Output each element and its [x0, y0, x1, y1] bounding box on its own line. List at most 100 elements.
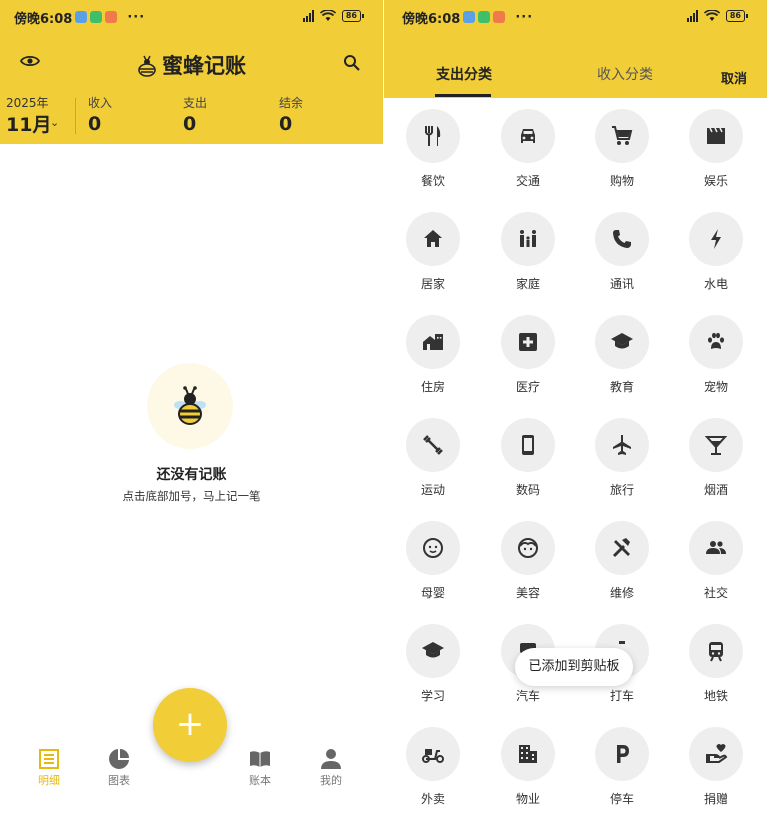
- category-item-entertainment[interactable]: 娱乐: [676, 109, 756, 189]
- home-header: 蜜蜂记账 2025年 11月 ⌄ 收入 0 支出 0 结余 0: [0, 34, 383, 144]
- year-label[interactable]: 2025年: [6, 94, 49, 111]
- car-icon: [521, 129, 535, 143]
- pie-chart-icon: [109, 749, 129, 769]
- category-label: 烟酒: [703, 483, 728, 497]
- notification-icon: [90, 11, 103, 23]
- category-item-education[interactable]: 教育: [582, 315, 662, 395]
- nav-item-chart[interactable]: 图表: [89, 744, 149, 788]
- category-label: 餐饮: [420, 174, 445, 188]
- eye-icon[interactable]: [20, 54, 40, 68]
- category-item-housing[interactable]: 住房: [393, 315, 473, 395]
- empty-illustration: [147, 363, 233, 449]
- category-item-social[interactable]: 社交: [676, 521, 756, 601]
- medical-icon: [519, 333, 537, 351]
- notification-icon: [493, 11, 506, 23]
- notification-icon: [463, 11, 476, 23]
- balance-summary: 结余 0: [279, 94, 303, 135]
- restaurant-icon: [425, 126, 441, 146]
- app-title: 蜜蜂记账: [162, 54, 246, 78]
- category-screen: 傍晚6:08 ··· 86 支出分类 收入分类 取消 餐饮 交通 购物 娱乐 居…: [384, 0, 767, 814]
- signal-icon: [686, 10, 698, 22]
- category-item-mother-baby[interactable]: 母婴: [393, 521, 473, 601]
- chevron-down-icon[interactable]: ⌄: [50, 116, 59, 129]
- nav-item-ledger[interactable]: 账本: [230, 744, 290, 788]
- home-icon: [424, 230, 442, 247]
- category-item-family[interactable]: 家庭: [488, 212, 568, 292]
- graduation-cap-icon: [422, 642, 444, 658]
- category-item-medical[interactable]: 医疗: [488, 315, 568, 395]
- category-item-home[interactable]: 居家: [393, 212, 473, 292]
- income-summary: 收入 0: [88, 94, 112, 135]
- airplane-icon: [613, 435, 631, 455]
- school-icon: [611, 333, 633, 349]
- nav-label: 图表: [108, 774, 130, 787]
- category-item-dining[interactable]: 餐饮: [393, 109, 473, 189]
- tab-income-category[interactable]: 收入分类: [597, 64, 653, 84]
- tab-expense-category[interactable]: 支出分类: [436, 64, 492, 84]
- category-item-sports[interactable]: 运动: [393, 418, 473, 498]
- category-label: 打车: [609, 689, 634, 703]
- category-label: 医疗: [515, 380, 540, 394]
- status-bar: 傍晚6:08 ··· 86: [0, 0, 383, 34]
- nav-item-mine[interactable]: 我的: [301, 744, 361, 788]
- category-item-donation[interactable]: 捐赠: [676, 727, 756, 807]
- scooter-icon: [422, 749, 444, 763]
- category-item-shopping[interactable]: 购物: [582, 109, 662, 189]
- category-item-pets[interactable]: 宠物: [676, 315, 756, 395]
- category-item-takeout[interactable]: 外卖: [393, 727, 473, 807]
- clapperboard-icon: [707, 127, 725, 144]
- category-item-repair[interactable]: 维修: [582, 521, 662, 601]
- category-item-travel[interactable]: 旅行: [582, 418, 662, 498]
- battery-icon: 86: [341, 10, 365, 22]
- empty-title: 还没有记账: [156, 467, 227, 483]
- category-item-telecom[interactable]: 通讯: [582, 212, 662, 292]
- add-record-button[interactable]: +: [153, 688, 227, 762]
- empty-subtitle: 点击底部加号，马上记一笔: [122, 489, 261, 503]
- category-item-subway[interactable]: 地铁: [676, 624, 756, 704]
- search-icon[interactable]: [343, 54, 361, 72]
- cart-icon: [612, 126, 633, 145]
- category-label: 通讯: [609, 277, 634, 291]
- nav-item-detail[interactable]: 明细: [19, 744, 79, 788]
- month-selector[interactable]: 11月: [6, 110, 51, 137]
- category-label: 维修: [609, 586, 634, 600]
- income-label: 收入: [88, 96, 113, 110]
- category-item-transport[interactable]: 交通: [488, 109, 568, 189]
- category-item-property[interactable]: 物业: [488, 727, 568, 807]
- dumbbell-icon: [423, 435, 443, 455]
- paw-icon: [708, 332, 724, 349]
- expense-value: 0: [183, 113, 197, 135]
- category-label: 宠物: [703, 380, 728, 394]
- donate-icon: [706, 744, 728, 763]
- balance-label: 结余: [279, 96, 304, 110]
- category-label: 娱乐: [703, 174, 728, 188]
- balance-value: 0: [279, 113, 293, 135]
- expense-label: 支出: [183, 96, 208, 110]
- cancel-button[interactable]: 取消: [721, 68, 747, 87]
- notification-icon: [75, 11, 88, 23]
- category-label: 母婴: [420, 586, 445, 600]
- category-label: 美容: [515, 586, 540, 600]
- category-label: 交通: [515, 174, 540, 188]
- bee-logo-icon: [138, 55, 156, 77]
- category-label: 学习: [420, 689, 445, 703]
- bolt-icon: [711, 229, 721, 249]
- nav-label: 账本: [249, 774, 271, 787]
- tab-indicator: [435, 94, 491, 97]
- wifi-icon: [703, 10, 720, 21]
- notification-icon: [105, 11, 118, 23]
- category-item-digital[interactable]: 数码: [488, 418, 568, 498]
- home-screen: 傍晚6:08 ··· 86 蜜蜂记账 2025年 11月 ⌄ 收入 0 支出 0…: [0, 0, 383, 814]
- list-icon: [39, 749, 59, 769]
- category-label: 停车: [609, 792, 634, 806]
- category-item-parking[interactable]: 停车: [582, 727, 662, 807]
- category-label: 住房: [420, 380, 445, 394]
- category-item-study[interactable]: 学习: [393, 624, 473, 704]
- category-label: 水电: [703, 277, 728, 291]
- category-item-tobacco-alcohol[interactable]: 烟酒: [676, 418, 756, 498]
- category-item-beauty[interactable]: 美容: [488, 521, 568, 601]
- clipboard-toast: 已添加到剪贴板: [515, 648, 633, 686]
- building-icon: [519, 745, 537, 763]
- status-bar: 傍晚6:08 ··· 86: [384, 0, 767, 34]
- category-item-utilities[interactable]: 水电: [676, 212, 756, 292]
